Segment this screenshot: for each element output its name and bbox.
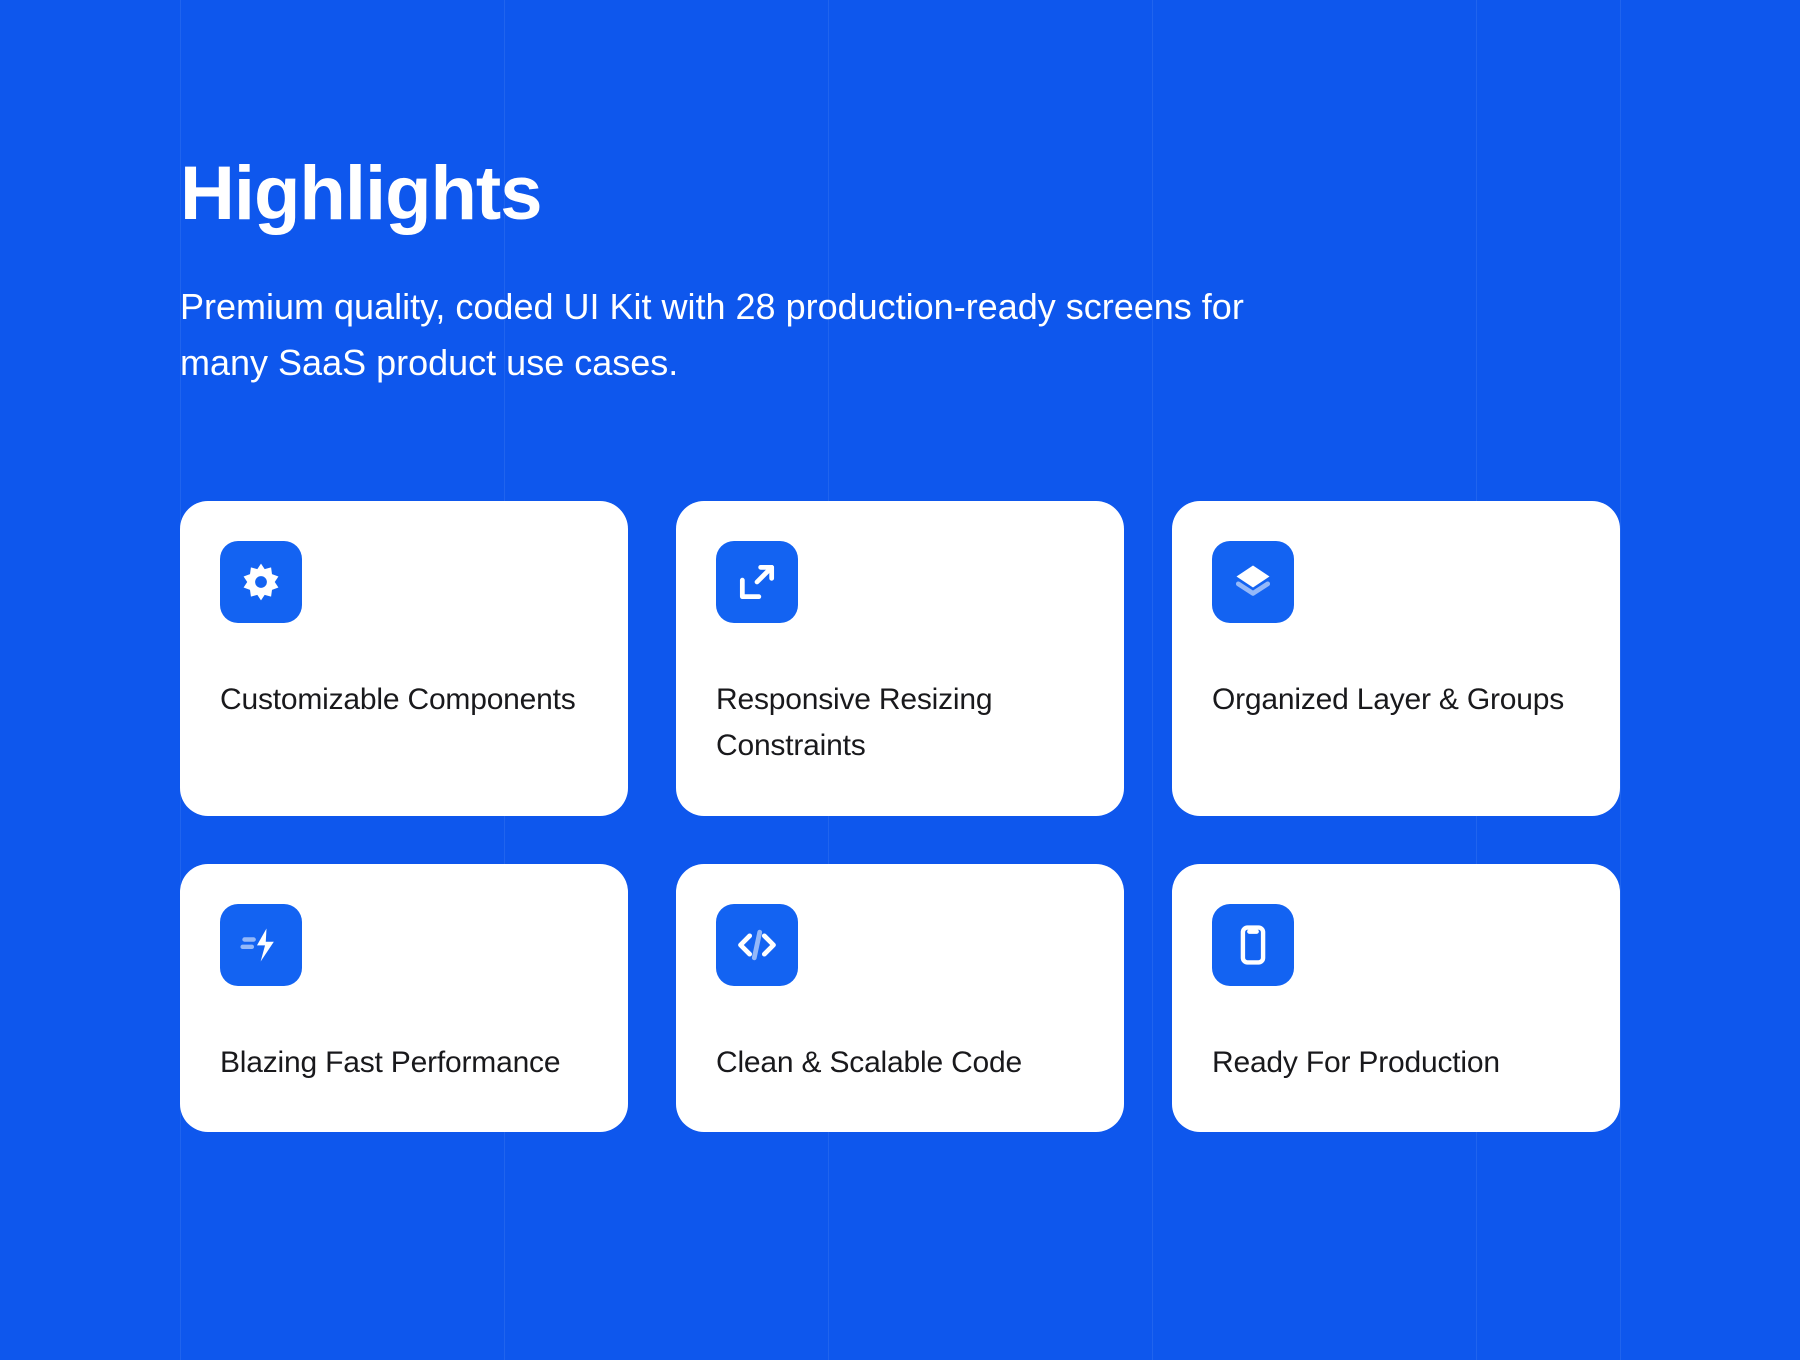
feature-card-title: Ready For Production: [1212, 1040, 1580, 1087]
layers-icon: [1212, 541, 1294, 623]
feature-card-title: Blazing Fast Performance: [220, 1040, 588, 1087]
feature-card-title: Responsive Resizing Constraints: [716, 677, 1084, 770]
feature-card-customizable: Customizable Components: [180, 501, 628, 816]
feature-card-title: Customizable Components: [220, 677, 588, 724]
feature-card-performance: Blazing Fast Performance: [180, 864, 628, 1133]
section-subtitle: Premium quality, coded UI Kit with 28 pr…: [180, 279, 1340, 391]
feature-card-code: Clean & Scalable Code: [676, 864, 1124, 1133]
bolt-icon: [220, 904, 302, 986]
phone-icon: [1212, 904, 1294, 986]
highlights-section: Highlights Premium quality, coded UI Kit…: [180, 150, 1620, 1132]
brightness-icon: [220, 541, 302, 623]
resize-icon: [716, 541, 798, 623]
section-title: Highlights: [180, 150, 1620, 237]
feature-card-production: Ready For Production: [1172, 864, 1620, 1133]
feature-card-title: Organized Layer & Groups: [1212, 677, 1580, 724]
feature-card-title: Clean & Scalable Code: [716, 1040, 1084, 1087]
code-icon: [716, 904, 798, 986]
feature-grid: Customizable Components Responsive Resiz…: [180, 501, 1620, 1133]
feature-card-layers: Organized Layer & Groups: [1172, 501, 1620, 816]
gridline: [1620, 0, 1621, 1360]
feature-card-responsive: Responsive Resizing Constraints: [676, 501, 1124, 816]
